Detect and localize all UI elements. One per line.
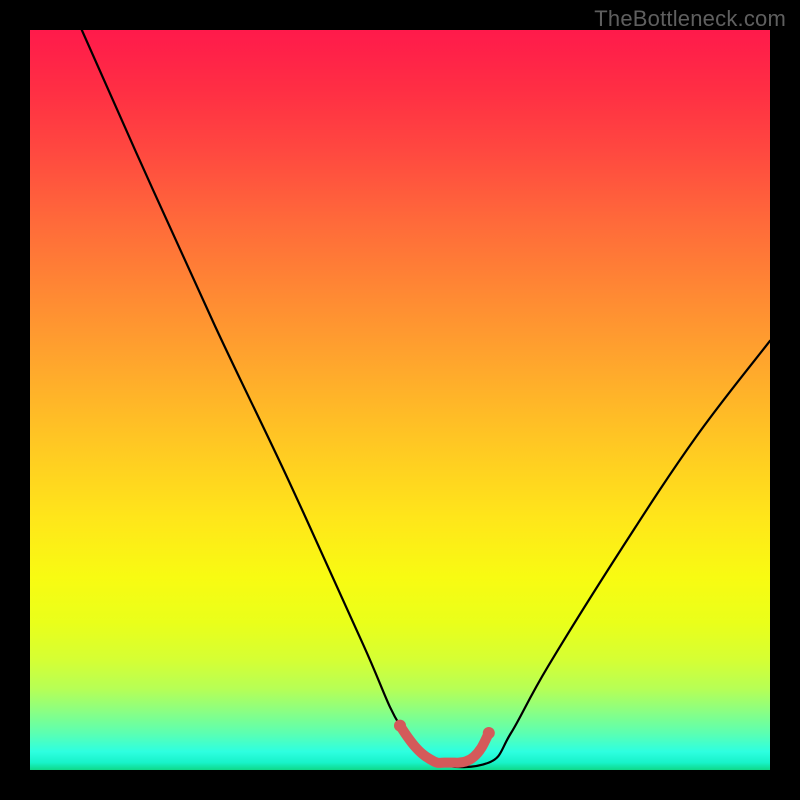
plot-area bbox=[30, 30, 770, 770]
highlight-endpoint-dot bbox=[483, 727, 495, 739]
highlight-segment bbox=[400, 726, 489, 763]
main-curve bbox=[82, 30, 770, 767]
chart-frame: TheBottleneck.com bbox=[0, 0, 800, 800]
highlight-endpoint-dot bbox=[394, 720, 406, 732]
curve-layer bbox=[30, 30, 770, 770]
watermark-text: TheBottleneck.com bbox=[594, 6, 786, 32]
